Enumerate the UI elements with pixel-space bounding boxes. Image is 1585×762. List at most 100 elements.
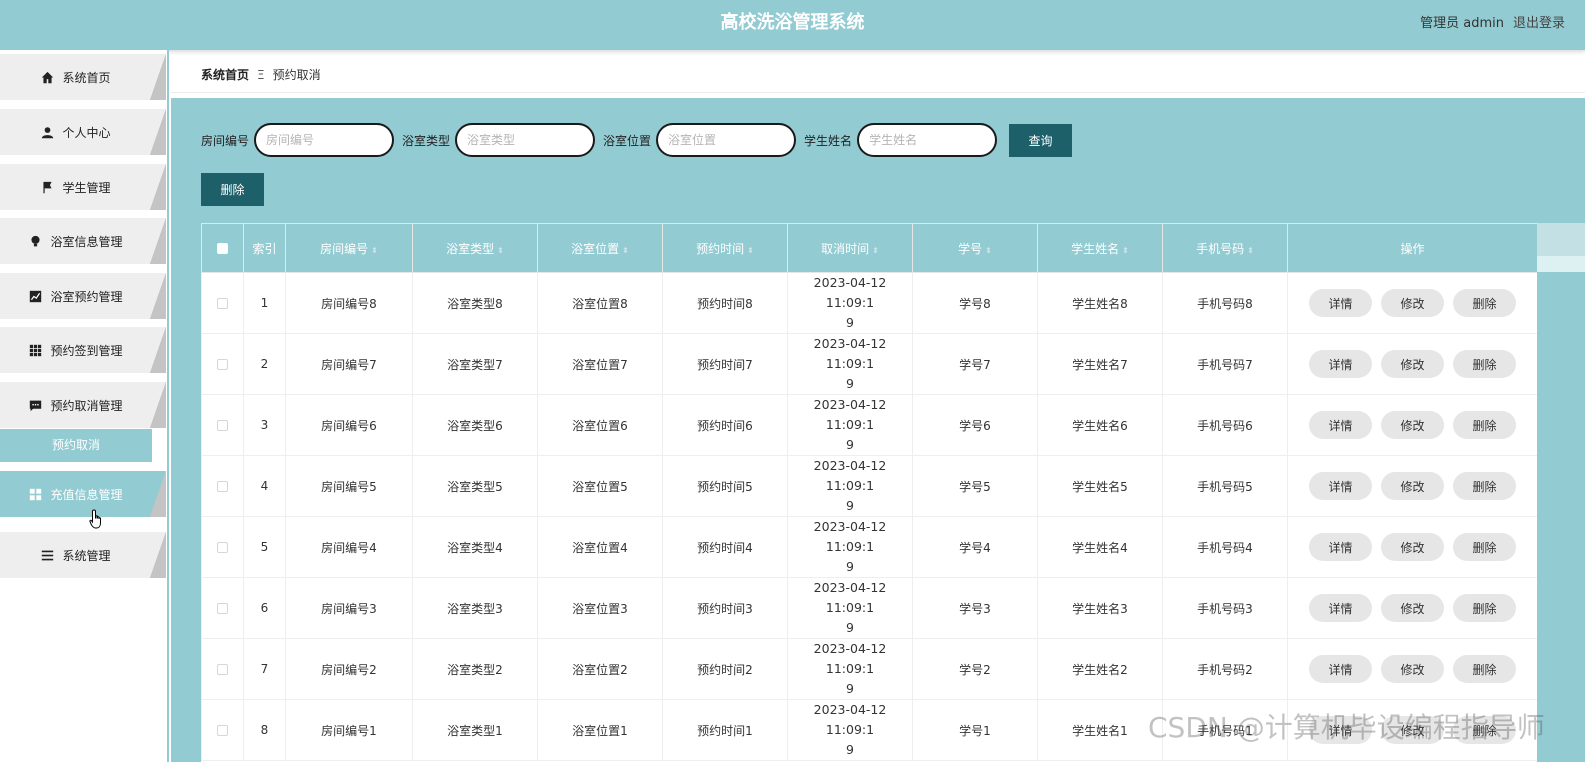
cell-room: 房间编号7	[285, 333, 413, 395]
col-student-no[interactable]: 学号 ⬍	[912, 223, 1038, 273]
cell-student-name: 学生姓名1	[1037, 699, 1163, 761]
col-room[interactable]: 房间编号 ⬍	[285, 223, 413, 273]
sort-icon: ⬍	[497, 245, 504, 255]
cell-student-no: 学号7	[912, 333, 1038, 395]
sidebar-item-label: 预约签到管理	[50, 343, 123, 358]
row-checkbox[interactable]	[201, 272, 244, 334]
table-row: 7 房间编号2 浴室类型2 浴室位置2 预约时间2 2023-04-12 11:…	[201, 638, 1537, 700]
sidebar-item-home[interactable]: 系统首页	[0, 54, 166, 100]
cell-room: 房间编号2	[285, 638, 413, 700]
delete-button[interactable]: 删除	[1453, 289, 1516, 317]
delete-button[interactable]: 删除	[1453, 411, 1516, 439]
table-header-row: 索引 房间编号 ⬍ 浴室类型 ⬍ 浴室位置 ⬍ 预约时间 ⬍ 取消时间 ⬍ 学号 ⬍ 学生姓…	[201, 223, 1537, 273]
row-checkbox[interactable]	[201, 455, 244, 517]
cell-index: 4	[243, 455, 286, 517]
cell-room: 房间编号3	[285, 577, 413, 639]
cell-type: 浴室类型3	[412, 577, 538, 639]
cell-actions: 详情 修改 删除	[1287, 516, 1537, 578]
cell-type: 浴室类型2	[412, 638, 538, 700]
room-input[interactable]	[254, 123, 395, 157]
delete-button[interactable]: 删除	[1453, 350, 1516, 378]
sidebar-item-cancel-mgmt[interactable]: 预约取消管理	[0, 382, 166, 428]
select-all-checkbox[interactable]	[201, 223, 244, 273]
cell-location: 浴室位置6	[537, 394, 663, 456]
edit-button[interactable]: 修改	[1381, 350, 1444, 378]
row-checkbox[interactable]	[201, 394, 244, 456]
cell-phone: 手机号码4	[1162, 516, 1288, 578]
delete-button[interactable]: 删除	[1453, 594, 1516, 622]
col-type[interactable]: 浴室类型 ⬍	[412, 223, 538, 273]
detail-button[interactable]: 详情	[1309, 289, 1372, 317]
batch-delete-button[interactable]: 删除	[201, 173, 264, 206]
divider	[171, 92, 1585, 93]
detail-button[interactable]: 详情	[1309, 533, 1372, 561]
sort-icon: ⬍	[1247, 245, 1254, 255]
grid-icon	[29, 344, 42, 357]
location-input[interactable]	[656, 123, 797, 157]
edit-button[interactable]: 修改	[1381, 594, 1444, 622]
col-phone[interactable]: 手机号码 ⬍	[1162, 223, 1288, 273]
sidebar-item-students[interactable]: 学生管理	[0, 164, 166, 210]
sidebar-item-checkin[interactable]: 预约签到管理	[0, 327, 166, 373]
detail-button[interactable]: 详情	[1309, 350, 1372, 378]
table-row: 6 房间编号3 浴室类型3 浴室位置3 预约时间3 2023-04-12 11:…	[201, 577, 1537, 639]
row-checkbox[interactable]	[201, 577, 244, 639]
col-cancel-time[interactable]: 取消时间 ⬍	[787, 223, 913, 273]
scroll-strip-lower	[1537, 256, 1585, 272]
row-checkbox[interactable]	[201, 699, 244, 761]
cell-student-no: 学号3	[912, 577, 1038, 639]
sidebar-item-system[interactable]: 系统管理	[0, 532, 166, 578]
cell-student-name: 学生姓名5	[1037, 455, 1163, 517]
flag-icon	[41, 181, 54, 194]
sidebar-item-recharge[interactable]: 充值信息管理	[0, 471, 166, 517]
detail-button[interactable]: 详情	[1309, 655, 1372, 683]
sidebar-item-bathroom-info[interactable]: 浴室信息管理	[0, 218, 166, 264]
edit-button[interactable]: 修改	[1381, 289, 1444, 317]
search-bar: 房间编号 浴室类型 浴室位置 学生姓名 查询	[201, 123, 1073, 157]
top-header: 高校洗浴管理系统 管理员 admin 退出登录	[0, 0, 1585, 50]
row-checkbox[interactable]	[201, 333, 244, 395]
detail-button[interactable]: 详情	[1309, 472, 1372, 500]
cell-phone: 手机号码5	[1162, 455, 1288, 517]
cell-reserve-time: 预约时间2	[662, 638, 788, 700]
student-name-input[interactable]	[857, 123, 998, 157]
cell-student-name: 学生姓名7	[1037, 333, 1163, 395]
cell-actions: 详情 修改 删除	[1287, 394, 1537, 456]
detail-button[interactable]: 详情	[1309, 411, 1372, 439]
detail-button[interactable]: 详情	[1309, 594, 1372, 622]
hand-cursor-icon	[89, 509, 105, 532]
cell-type: 浴室类型8	[412, 272, 538, 334]
sidebar-subitem-cancel[interactable]: 预约取消	[0, 429, 152, 462]
type-input[interactable]	[455, 123, 596, 157]
sort-icon: ⬍	[747, 245, 754, 255]
edit-button[interactable]: 修改	[1381, 472, 1444, 500]
cell-cancel-time: 2023-04-12 11:09:1 9	[787, 272, 913, 334]
breadcrumb-home[interactable]: 系统首页	[201, 66, 249, 83]
message-icon	[29, 399, 42, 412]
delete-button[interactable]: 删除	[1453, 472, 1516, 500]
query-button[interactable]: 查询	[1009, 123, 1073, 157]
delete-button[interactable]: 删除	[1453, 533, 1516, 561]
data-table: 索引 房间编号 ⬍ 浴室类型 ⬍ 浴室位置 ⬍ 预约时间 ⬍ 取消时间 ⬍ 学号 ⬍ 学生姓…	[201, 223, 1537, 762]
col-student-name[interactable]: 学生姓名 ⬍	[1037, 223, 1163, 273]
cell-type: 浴室类型4	[412, 516, 538, 578]
col-actions: 操作	[1287, 223, 1537, 273]
col-location[interactable]: 浴室位置 ⬍	[537, 223, 663, 273]
row-checkbox[interactable]	[201, 638, 244, 700]
sidebar-item-profile[interactable]: 个人中心	[0, 109, 166, 155]
logout-link[interactable]: 退出登录	[1513, 12, 1565, 31]
col-reserve-time[interactable]: 预约时间 ⬍	[662, 223, 788, 273]
cell-reserve-time: 预约时间1	[662, 699, 788, 761]
cell-actions: 详情 修改 删除	[1287, 333, 1537, 395]
sidebar-item-label: 浴室信息管理	[50, 234, 123, 249]
delete-button[interactable]: 删除	[1453, 655, 1516, 683]
row-checkbox[interactable]	[201, 516, 244, 578]
menu-icon	[41, 549, 54, 562]
edit-button[interactable]: 修改	[1381, 655, 1444, 683]
edit-button[interactable]: 修改	[1381, 411, 1444, 439]
cell-student-no: 学号5	[912, 455, 1038, 517]
edit-button[interactable]: 修改	[1381, 533, 1444, 561]
sidebar-item-reservations[interactable]: 浴室预约管理	[0, 273, 166, 319]
table-row: 3 房间编号6 浴室类型6 浴室位置6 预约时间6 2023-04-12 11:…	[201, 394, 1537, 456]
cell-index: 2	[243, 333, 286, 395]
